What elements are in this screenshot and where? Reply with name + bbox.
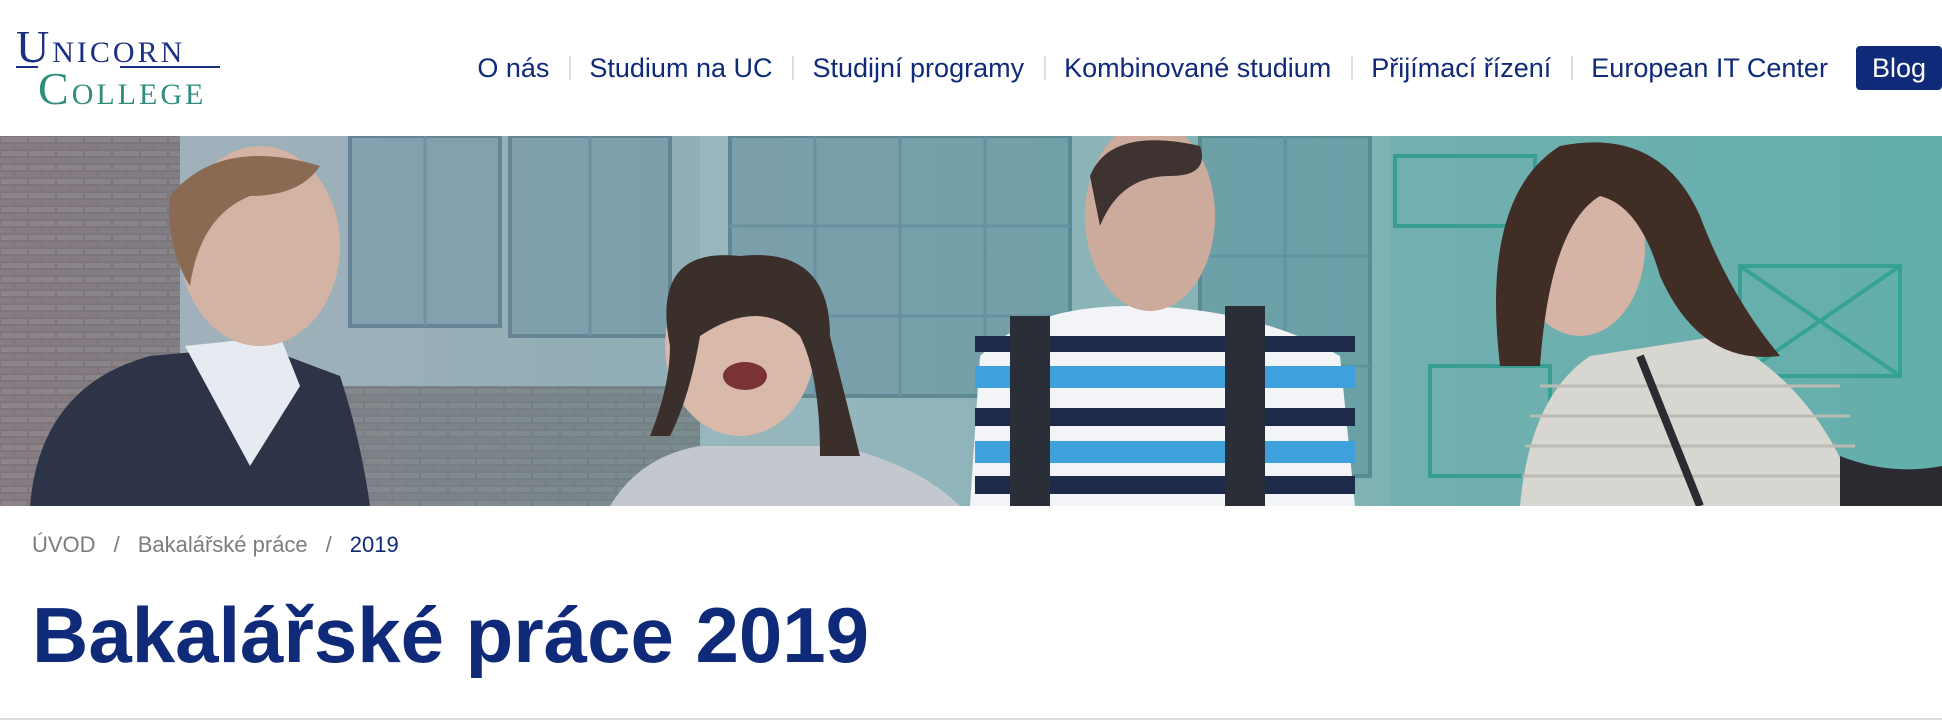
breadcrumb-home[interactable]: ÚVOD — [32, 532, 96, 558]
nav-item-european-it-center[interactable]: European IT Center — [1571, 46, 1848, 90]
logo-rule-left — [16, 66, 38, 68]
nav-item-studium-na-uc[interactable]: Studium na UC — [569, 46, 792, 90]
breadcrumb: ÚVOD / Bakalářské práce / 2019 — [32, 530, 399, 560]
breadcrumb-current: 2019 — [349, 532, 399, 557]
breadcrumb-separator: / — [325, 532, 332, 557]
blog-button[interactable]: Blog — [1855, 46, 1942, 90]
logo-line-2: COLLEGE — [38, 63, 207, 114]
main-navigation: O nás Studium na UC Studijní programy Ko… — [457, 46, 1942, 90]
breadcrumb-separator: / — [113, 532, 120, 557]
hero-banner-image — [0, 136, 1942, 506]
breadcrumb-bakalarske-prace[interactable]: Bakalářské práce — [138, 532, 308, 558]
divider — [0, 718, 1942, 720]
nav-item-prijimaci-rizeni[interactable]: Přijímací řízení — [1351, 46, 1571, 90]
nav-item-kombinovane-studium[interactable]: Kombinované studium — [1044, 46, 1351, 90]
site-header: UNICORN COLLEGE O nás Studium na UC Stud… — [0, 0, 1942, 136]
students-group-photo — [0, 136, 1942, 506]
nav-item-studijni-programy[interactable]: Studijní programy — [792, 46, 1044, 90]
unicorn-college-logo[interactable]: UNICORN COLLEGE — [16, 18, 220, 114]
page-title: Bakalářské práce 2019 — [32, 591, 870, 679]
nav-item-o-nas[interactable]: O nás — [457, 46, 569, 90]
